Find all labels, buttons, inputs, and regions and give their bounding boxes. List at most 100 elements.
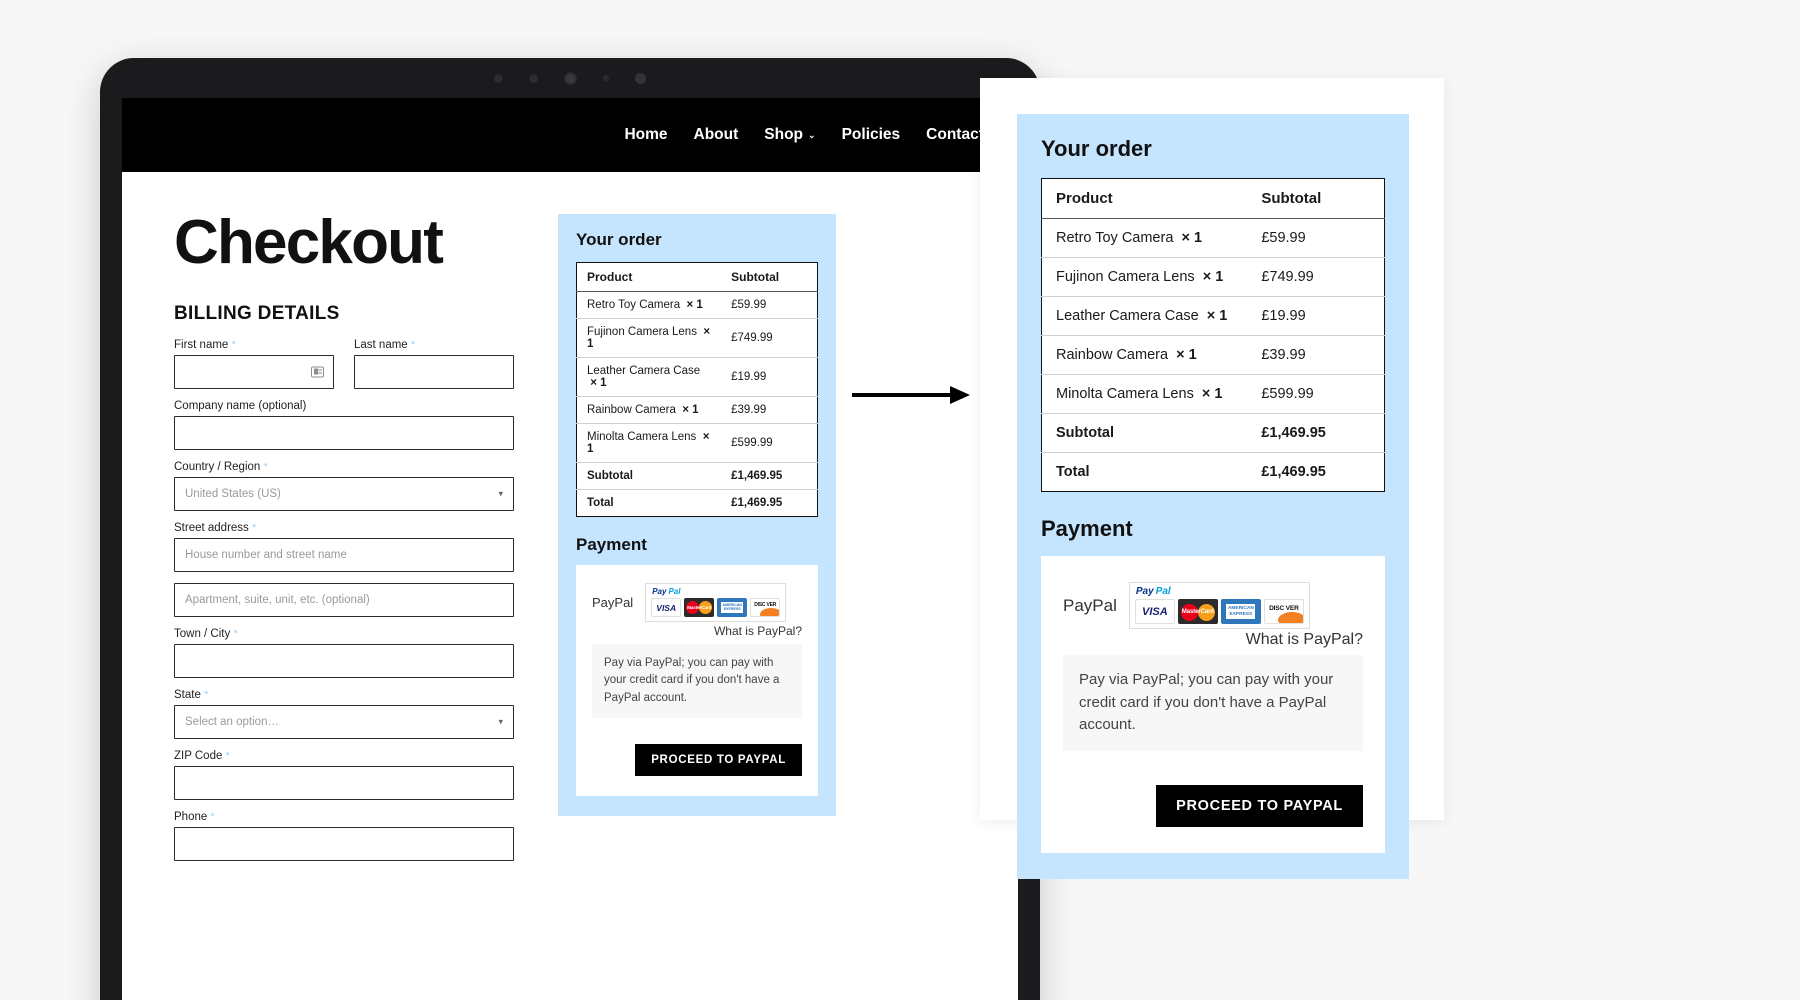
payment-button-row: PROCEED TO PAYPAL: [592, 743, 802, 776]
discover-label: DISC VER: [1269, 605, 1299, 612]
country-region-select[interactable]: United States (US): [174, 476, 514, 511]
phone-input[interactable]: [174, 826, 514, 861]
total-label: Total: [576, 489, 722, 517]
paypal-logo-pay: Pay: [652, 587, 667, 596]
accepted-cards-strip: Pay Pal VISA MasterCard AMERICAN EXPRESS…: [1128, 582, 1310, 629]
order-item-price: £59.99: [1247, 218, 1385, 258]
first-name-label: First name *: [174, 339, 334, 351]
proceed-to-paypal-button[interactable]: PROCEED TO PAYPAL: [635, 743, 802, 776]
town-city-input[interactable]: [174, 643, 514, 678]
nav-item-about[interactable]: About: [694, 126, 739, 144]
state-select[interactable]: Select an option…: [174, 704, 514, 739]
paypal-logo-pal: Pal: [668, 587, 681, 596]
last-name-label: Last name *: [354, 339, 514, 351]
order-item-price: £39.99: [1247, 335, 1385, 375]
payment-title-zoomed: Payment: [1041, 516, 1133, 541]
subtotal-value: £1,469.95: [721, 462, 818, 490]
item-name: Retro Toy Camera: [587, 299, 681, 311]
required-asterisk: *: [410, 338, 416, 351]
order-item-name: Fujinon Camera Lens × 1: [1041, 257, 1248, 297]
first-name-input[interactable]: [174, 354, 334, 389]
field-town-city: Town / City *: [174, 628, 514, 678]
label-text: Phone: [174, 810, 208, 823]
autofill-icon[interactable]: [311, 366, 324, 378]
nav-item-policies[interactable]: Policies: [842, 126, 901, 144]
company-name-input[interactable]: [174, 415, 514, 450]
tablet-device-frame: Home About Shop ⌄ Policies Contact Us Ch…: [100, 58, 1040, 1000]
paypal-method-row[interactable]: PayPal Pay Pal VISA MasterCard AMERICAN …: [592, 583, 802, 622]
field-company-name: Company name (optional): [174, 400, 514, 450]
zip-code-input[interactable]: [174, 765, 514, 800]
name-field-row: First name * Last name *: [174, 339, 514, 400]
order-item-name: Leather Camera Case × 1: [576, 357, 722, 397]
mastercard-circles-icon: MasterCard: [686, 600, 713, 615]
table-row: Minolta Camera Lens × 1 £599.99: [576, 423, 818, 463]
total-label: Total: [1041, 452, 1248, 492]
visa-label: VISA: [656, 602, 677, 613]
paypal-method-row-zoomed[interactable]: PayPal Pay Pal VISA MasterCard AMERICAN …: [1063, 582, 1363, 629]
field-address-line-2: Apartment, suite, unit, etc. (optional): [174, 582, 514, 617]
field-first-name: First name *: [174, 339, 334, 389]
label-text: Town / City: [174, 627, 231, 640]
item-qty: × 1: [590, 377, 607, 389]
order-item-name: Minolta Camera Lens × 1: [1041, 374, 1248, 414]
your-order-title: Your order: [576, 230, 662, 249]
column-header-subtotal: Subtotal: [1247, 178, 1385, 219]
discover-arc-icon: [1277, 612, 1303, 623]
what-is-paypal-link-zoomed[interactable]: What is PayPal?: [1063, 631, 1363, 649]
required-asterisk: *: [231, 338, 236, 351]
item-qty: × 1: [1206, 308, 1228, 324]
order-panel-zoomed: Your order Product Subtotal Retro Toy Ca…: [1017, 114, 1409, 879]
country-region-label: Country / Region *: [174, 461, 514, 473]
proceed-to-paypal-button-zoomed[interactable]: PROCEED TO PAYPAL: [1156, 784, 1363, 827]
visa-card-logo: VISA: [651, 598, 682, 617]
item-name: Minolta Camera Lens: [587, 431, 697, 443]
item-qty: × 1: [682, 404, 699, 416]
card-logos: VISA MasterCard AMERICAN EXPRESS DISC VE…: [651, 598, 781, 617]
camera-lens-icon: [564, 71, 577, 85]
order-column: Your order Product Subtotal Retro Toy Ca…: [558, 214, 836, 872]
what-is-paypal-link[interactable]: What is PayPal?: [592, 624, 802, 638]
state-label: State *: [174, 689, 514, 701]
column-header-product: Product: [1041, 178, 1248, 219]
address-line-2-input[interactable]: Apartment, suite, unit, etc. (optional): [174, 582, 514, 617]
nav-item-shop[interactable]: Shop ⌄: [764, 126, 815, 144]
street-address-label: Street address *: [174, 522, 514, 534]
amex-card-logo: AMERICAN EXPRESS: [717, 598, 748, 617]
street-address-input[interactable]: House number and street name: [174, 537, 514, 572]
paypal-method-label: PayPal: [592, 595, 634, 610]
nav-item-home[interactable]: Home: [624, 126, 667, 144]
field-phone: Phone *: [174, 811, 514, 861]
billing-column: Checkout BILLING DETAILS First name * La…: [174, 212, 514, 872]
nav-label: Home: [624, 126, 668, 143]
item-qty: × 1: [1202, 269, 1224, 285]
mastercard-label: MasterCard: [687, 605, 712, 610]
amex-card-logo: AMERICAN EXPRESS: [1220, 599, 1261, 624]
order-item-name: Minolta Camera Lens × 1: [576, 423, 722, 463]
state-value: Select an option…: [185, 715, 279, 728]
phone-label: Phone *: [174, 811, 514, 823]
total-value: £1,469.95: [721, 489, 818, 517]
nav-list: Home About Shop ⌄ Policies Contact Us: [624, 126, 1018, 144]
item-name: Rainbow Camera: [1056, 347, 1169, 363]
payment-title: Payment: [576, 535, 647, 554]
order-item-name: Rainbow Camera × 1: [576, 396, 722, 424]
subtotal-label: Subtotal: [576, 462, 722, 490]
order-panel: Your order Product Subtotal Retro Toy Ca…: [558, 214, 836, 816]
flow-arrow-icon: [852, 386, 970, 404]
table-row: Leather Camera Case × 1 £19.99: [576, 357, 818, 397]
total-row: Total £1,469.95: [1041, 452, 1385, 492]
table-row: Retro Toy Camera × 1 £59.99: [576, 291, 818, 319]
accepted-cards-strip: Pay Pal VISA MasterCard AMERICAN EXPRESS…: [645, 583, 787, 622]
speaker-dot-icon: [635, 72, 646, 84]
required-asterisk: *: [210, 810, 215, 823]
order-item-name: Retro Toy Camera × 1: [1041, 218, 1248, 258]
paypal-logo-pal: Pal: [1155, 586, 1171, 597]
last-name-input[interactable]: [354, 354, 514, 389]
zoomed-order-payment: Your order Product Subtotal Retro Toy Ca…: [1017, 114, 1409, 879]
tablet-screen: Home About Shop ⌄ Policies Contact Us Ch…: [122, 98, 1018, 1000]
mastercard-label: MasterCard: [1181, 608, 1214, 615]
discover-card-logo: DISC VER: [1263, 599, 1304, 624]
item-name: Retro Toy Camera: [1056, 230, 1174, 246]
label-text: First name: [174, 338, 229, 351]
